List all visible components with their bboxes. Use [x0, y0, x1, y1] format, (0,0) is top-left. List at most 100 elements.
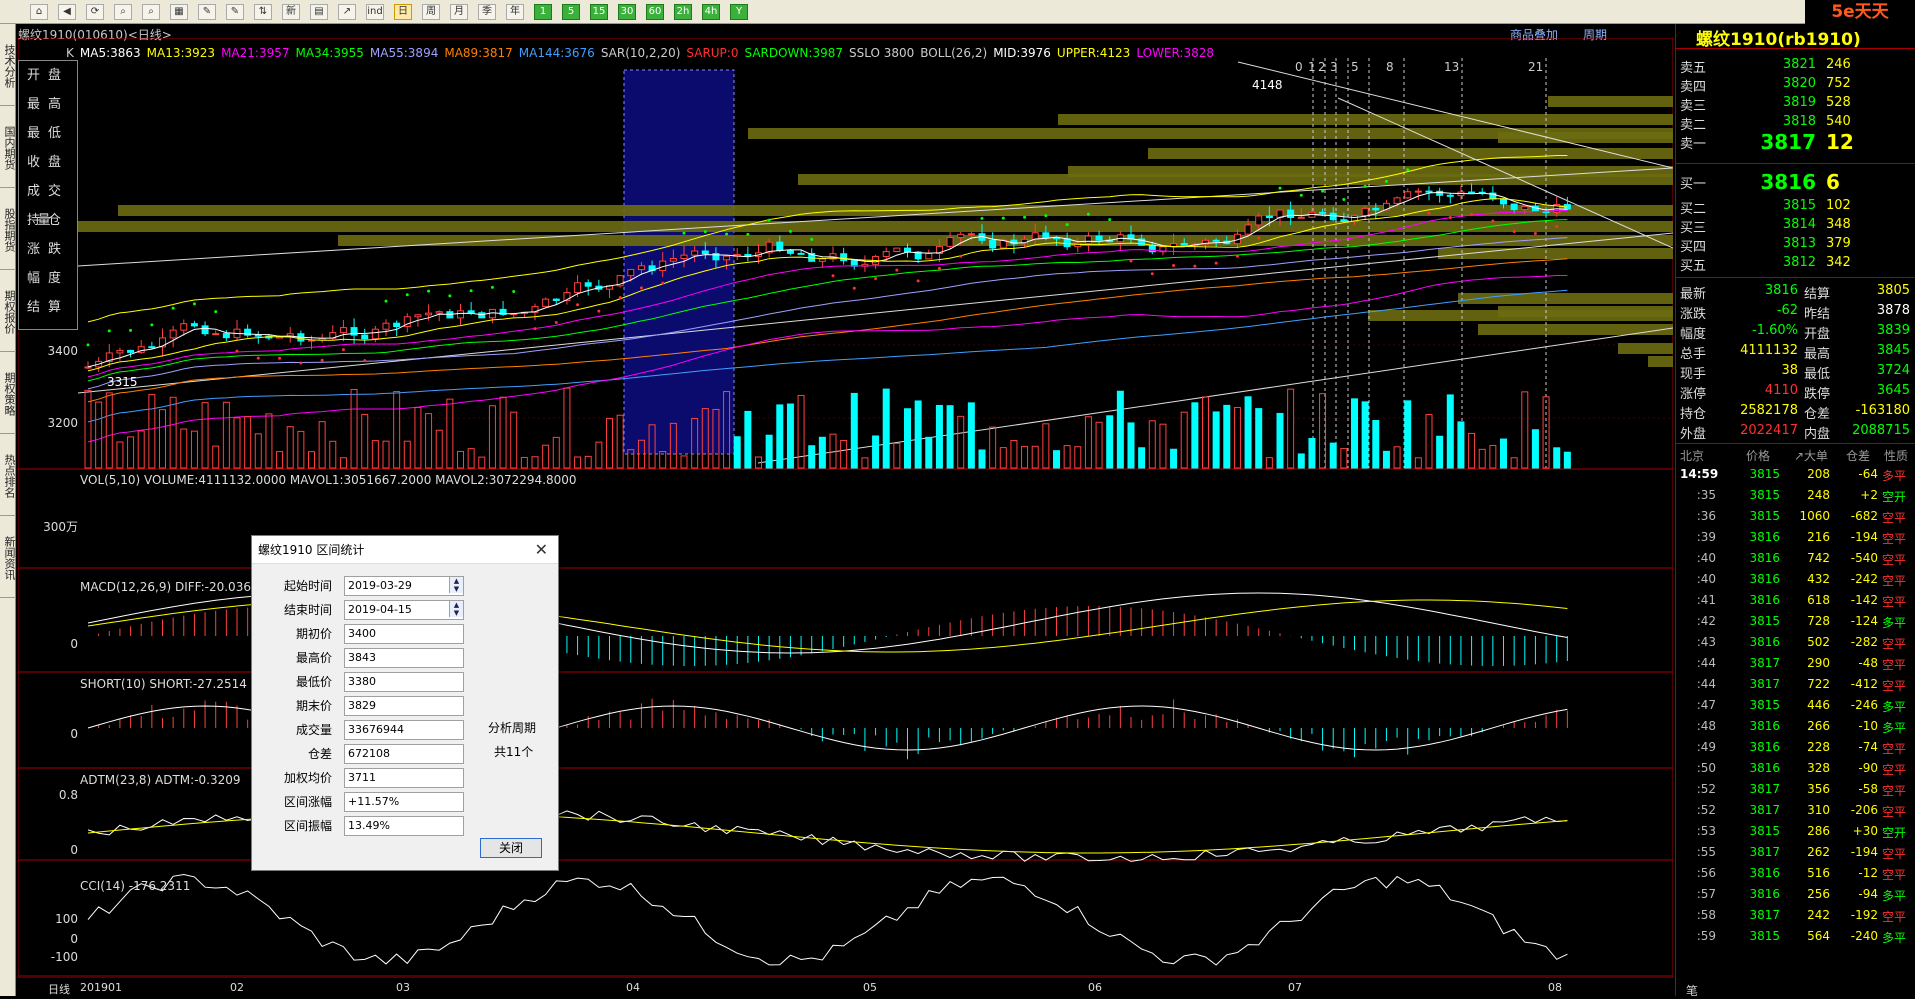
- sar-dot: [1512, 230, 1516, 234]
- tick-row: :59 3815 564 -240 多平: [1696, 929, 1907, 945]
- fib-tick-label: 0: [1295, 60, 1303, 74]
- toolbar-button-6[interactable]: ✎: [198, 4, 216, 20]
- field-value[interactable]: 2019-03-29: [344, 576, 464, 596]
- toolbar-button-17[interactable]: 年: [506, 4, 524, 20]
- toolbar-button-14[interactable]: 周: [422, 4, 440, 20]
- candle: [1393, 197, 1401, 204]
- tick-row: :35 3815 248 +2 空开: [1696, 488, 1907, 504]
- spinner-icon[interactable]: ▲ ▼: [449, 601, 463, 617]
- volume-bar: [1063, 445, 1071, 469]
- sar-dot: [661, 281, 665, 285]
- field-value: 3400: [344, 624, 464, 644]
- toolbar-button-23[interactable]: 2h: [674, 4, 692, 20]
- vol-legend: VOL(5,10) VOLUME:4111132.0000 MAVOL1:305…: [80, 473, 577, 487]
- adtm-axis-label: 0.8: [58, 788, 78, 802]
- volume-bar: [829, 433, 837, 469]
- volume-bar: [1478, 448, 1486, 469]
- volume-bar: [914, 400, 922, 469]
- left-tab-5[interactable]: 热点排名: [0, 434, 16, 516]
- toolbar-button-0[interactable]: ⌂: [30, 4, 48, 20]
- toolbar-button-19[interactable]: 5: [562, 4, 580, 20]
- left-tab-0[interactable]: 技术分析: [0, 24, 16, 106]
- left-tab-1[interactable]: 国内期货: [0, 106, 16, 188]
- volume-bar: [169, 396, 177, 469]
- toolbar-button-11[interactable]: ↗: [338, 4, 356, 20]
- volume-bar: [1510, 457, 1518, 469]
- ma89-line: [87, 258, 1568, 403]
- bar-info-panel: 开盘 最高 最低 收盘 成交量 持仓 涨跌 幅度 结算: [18, 60, 78, 330]
- candle: [723, 255, 731, 261]
- sar-dot: [1406, 168, 1410, 172]
- candle: [1212, 239, 1220, 242]
- toolbar-button-8[interactable]: ⇅: [254, 4, 272, 20]
- toolbar-button-7[interactable]: ✎: [226, 4, 244, 20]
- field-label: 区间涨幅: [283, 795, 332, 809]
- volume-bar: [1074, 446, 1082, 469]
- close-icon[interactable]: ✕: [535, 540, 548, 559]
- candle: [584, 282, 592, 287]
- candle: [361, 334, 369, 340]
- candle: [393, 322, 401, 328]
- toolbar-button-24[interactable]: 4h: [702, 4, 720, 20]
- volume-bar: [127, 436, 135, 469]
- toolbar-button-10[interactable]: ▤: [310, 4, 328, 20]
- ma-value: MA21:3957: [221, 46, 290, 60]
- toolbar-button-4[interactable]: ⌕: [142, 4, 160, 20]
- toolbar-button-5[interactable]: ▦: [170, 4, 188, 20]
- toolbar-button-9[interactable]: 新: [282, 4, 300, 20]
- volume-bar: [318, 421, 326, 469]
- toolbar-button-21[interactable]: 30: [618, 4, 636, 20]
- cycle-label: 分析周期: [488, 721, 537, 735]
- volume-bar: [1042, 423, 1050, 469]
- ma-value: UPPER:4123: [1056, 46, 1131, 60]
- stat-field: 期初价 3400: [252, 624, 560, 644]
- field-label: 期末价: [295, 699, 332, 713]
- tick-row: :52 3817 356 -58 空平: [1696, 782, 1907, 798]
- toolbar-button-16[interactable]: 季: [478, 4, 496, 20]
- left-tab-2[interactable]: 股指期货: [0, 188, 16, 270]
- volume-bar: [946, 405, 954, 469]
- field-label: 仓差: [307, 747, 332, 761]
- candle: [797, 252, 805, 255]
- close-button[interactable]: 关闭: [480, 838, 542, 858]
- ma-value: SARUP:0: [686, 46, 739, 60]
- cci-legend: CCI(14) -176.2311: [80, 879, 191, 893]
- tick-row: :55 3817 262 -194 空平: [1696, 845, 1907, 861]
- left-tab-6[interactable]: 新闻资讯: [0, 516, 16, 598]
- field-value[interactable]: 2019-04-15: [344, 600, 464, 620]
- cci-axis-label: 0: [70, 932, 78, 946]
- stat-row: 涨停 4110 跌停 3645: [1680, 383, 1910, 402]
- toolbar-button-3[interactable]: ⌕: [114, 4, 132, 20]
- volume-bar: [1372, 420, 1380, 469]
- spinner-icon[interactable]: ▲ ▼: [449, 577, 463, 593]
- volume-bar: [1031, 445, 1039, 469]
- fib-tick-label: 3: [1330, 60, 1338, 74]
- toolbar-button-2[interactable]: ⟳: [86, 4, 104, 20]
- sar-dot: [810, 237, 814, 241]
- toolbar-button-1[interactable]: ◀: [58, 4, 76, 20]
- sar-dot: [299, 361, 303, 365]
- toolbar-button-20[interactable]: 15: [590, 4, 608, 20]
- sar-dot: [639, 286, 643, 290]
- volume-bar: [95, 401, 103, 469]
- toolbar-button-13[interactable]: 日: [394, 4, 412, 20]
- dialog-title: 螺纹1910 区间统计: [252, 536, 558, 564]
- tick-row: :47 3815 446 -246 多平: [1696, 698, 1907, 714]
- adtm-legend: ADTM(23,8) ADTM:-0.3209: [80, 773, 241, 787]
- toolbar-button-18[interactable]: 1: [534, 4, 552, 20]
- toolbar-button-22[interactable]: 60: [646, 4, 664, 20]
- volume-bar: [999, 447, 1007, 469]
- sar-dot: [767, 218, 771, 222]
- volume-bar: [1287, 388, 1295, 469]
- volume-bar: [1393, 446, 1401, 469]
- toolbar-button-25[interactable]: Y: [730, 4, 748, 20]
- toolbar-button-15[interactable]: 月: [450, 4, 468, 20]
- left-tab-3[interactable]: 期权报价: [0, 270, 16, 352]
- toolbar-button-12[interactable]: ind: [366, 4, 384, 20]
- divider: [1676, 163, 1915, 164]
- sar-dot: [150, 323, 154, 327]
- left-tab-4[interactable]: 期权策略: [0, 352, 16, 434]
- sar-dot: [469, 289, 473, 293]
- volume-bar: [1084, 416, 1092, 469]
- candle: [786, 250, 794, 254]
